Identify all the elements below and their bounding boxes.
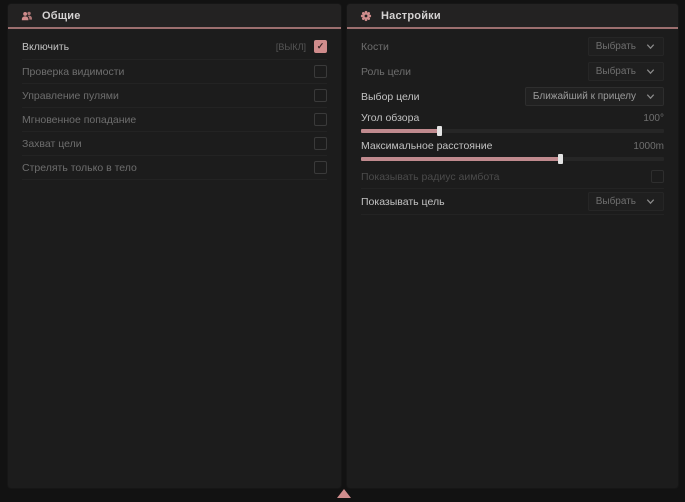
slider-row: Угол обзора 100° <box>361 109 664 137</box>
setting-label: Кости <box>361 41 389 53</box>
panel-settings-title: Настройки <box>381 10 441 22</box>
slider-thumb[interactable] <box>558 154 563 164</box>
toggle-row[interactable]: Захват цели <box>22 132 327 156</box>
toggle-label: Проверка видимости <box>22 66 124 78</box>
checkbox[interactable] <box>314 89 327 102</box>
dropdown-value: Ближайший к прицелу <box>533 91 636 102</box>
panel-general: Общие Включить [ВЫКЛ] ✓ Проверка видимости У… <box>8 4 341 488</box>
setting-label: Угол обзора <box>361 112 419 124</box>
toggle-label: Включить <box>22 41 69 53</box>
panel-settings-header: Настройки <box>347 4 678 29</box>
dropdown[interactable]: Выбрать <box>588 37 664 56</box>
panel-settings-body: Кости Выбрать Роль цели Выбрать Выбор цели Бл… <box>347 29 678 488</box>
toggle-label: Показывать радиус аимбота <box>361 171 500 183</box>
scroll-up-indicator-icon[interactable] <box>337 489 351 498</box>
toggle-label: Захват цели <box>22 138 82 150</box>
chevron-down-icon <box>645 66 656 77</box>
toggle-state-text: [ВЫКЛ] <box>276 42 306 52</box>
setting-row: Роль цели Выбрать <box>361 59 664 84</box>
toggle-row[interactable]: Проверка видимости <box>22 60 327 84</box>
slider-fill <box>361 129 440 133</box>
slider[interactable] <box>361 157 664 161</box>
setting-label: Выбор цели <box>361 91 420 103</box>
gear-icon <box>359 9 373 23</box>
panel-general-title: Общие <box>42 10 81 22</box>
checkbox[interactable] <box>314 65 327 78</box>
setting-label: Максимальное расстояние <box>361 140 492 152</box>
dropdown[interactable]: Выбрать <box>588 192 664 211</box>
slider-thumb[interactable] <box>437 126 442 136</box>
toggle-row[interactable]: Стрелять только в тело <box>22 156 327 180</box>
setting-row: Выбор цели Ближайший к прицелу <box>361 84 664 109</box>
checkbox[interactable]: ✓ <box>314 40 327 53</box>
chevron-down-icon <box>645 91 656 102</box>
checkbox[interactable] <box>314 137 327 150</box>
panel-settings: Настройки Кости Выбрать Роль цели Выбрать Вы… <box>347 4 678 488</box>
panel-general-body: Включить [ВЫКЛ] ✓ Проверка видимости Управле… <box>8 29 341 488</box>
dropdown[interactable]: Ближайший к прицелу <box>525 87 664 106</box>
toggle-row[interactable]: Мгновенное попадание <box>22 108 327 132</box>
chevron-down-icon <box>645 196 656 207</box>
setting-label: Роль цели <box>361 66 411 78</box>
toggle-label: Мгновенное попадание <box>22 114 136 126</box>
checkbox[interactable] <box>314 113 327 126</box>
dropdown[interactable]: Выбрать <box>588 62 664 81</box>
slider-fill <box>361 157 561 161</box>
slider-row: Максимальное расстояние 1000m <box>361 137 664 165</box>
dropdown-value: Выбрать <box>596 66 636 77</box>
slider[interactable] <box>361 129 664 133</box>
checkbox[interactable] <box>314 161 327 174</box>
toggle-row[interactable]: Показывать радиус аимбота <box>361 165 664 189</box>
toggle-label: Стрелять только в тело <box>22 162 137 174</box>
slider-value: 100° <box>643 113 664 124</box>
toggle-row[interactable]: Управление пулями <box>22 84 327 108</box>
chevron-down-icon <box>645 41 656 52</box>
toggle-label: Управление пулями <box>22 90 119 102</box>
setting-label: Показывать цель <box>361 196 445 208</box>
dropdown-value: Выбрать <box>596 196 636 207</box>
setting-row: Кости Выбрать <box>361 34 664 59</box>
panel-general-header: Общие <box>8 4 341 29</box>
setting-row: Показывать цель Выбрать <box>361 189 664 215</box>
slider-value: 1000m <box>633 141 664 152</box>
users-icon <box>20 9 34 23</box>
dropdown-value: Выбрать <box>596 41 636 52</box>
checkbox[interactable] <box>651 170 664 183</box>
toggle-row[interactable]: Включить [ВЫКЛ] ✓ <box>22 34 327 60</box>
